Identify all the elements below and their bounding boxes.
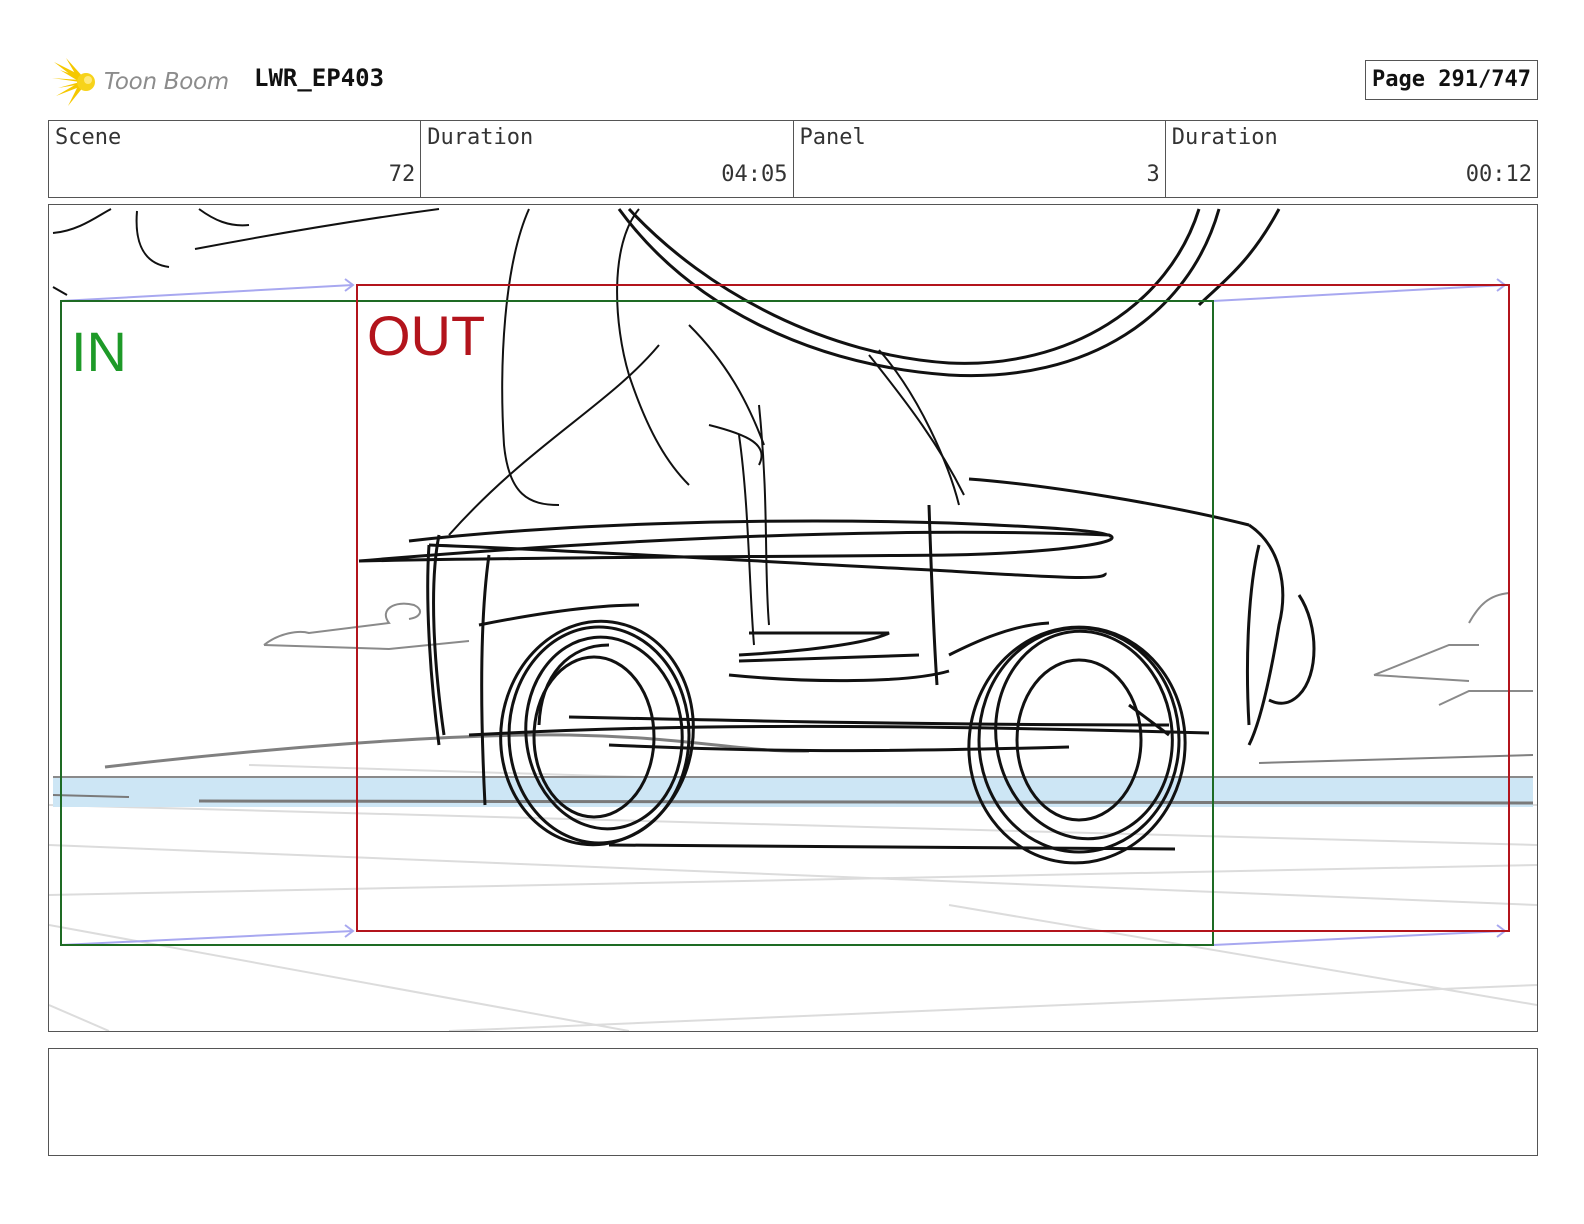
toon-boom-logo: Toon Boom	[52, 56, 242, 108]
panel-cell: Panel 3	[794, 121, 1166, 197]
storyboard-panel: IN OUT	[48, 204, 1538, 1032]
brand-name: Toon Boom	[104, 69, 229, 95]
panel-duration-value: 00:12	[1465, 162, 1532, 187]
panel-label: Panel	[799, 125, 866, 150]
page-header: Toon Boom LWR_EP403 Page 291/747	[48, 52, 1538, 108]
panel-sketch: IN OUT	[49, 207, 1537, 1031]
panel-duration-label: Duration	[1171, 125, 1278, 150]
panel-value: 3	[1146, 162, 1160, 187]
in-label: IN	[71, 320, 127, 383]
scene-value: 72	[388, 162, 416, 187]
project-title: LWR_EP403	[254, 64, 385, 92]
panel-duration-cell: Duration 00:12	[1166, 121, 1537, 197]
scene-duration-label: Duration	[427, 125, 534, 150]
scene-info-table: Scene 72 Duration 04:05 Panel 3 Duration…	[48, 120, 1538, 198]
clouds	[263, 592, 1533, 706]
page-number: Page 291/747	[1365, 60, 1538, 100]
starburst-icon	[52, 58, 95, 106]
scene-duration-value: 04:05	[721, 162, 788, 187]
scene-label: Scene	[55, 125, 122, 150]
out-label: OUT	[367, 304, 485, 367]
scene-cell: Scene 72	[49, 121, 422, 197]
scene-duration-cell: Duration 04:05	[421, 121, 794, 197]
panel-notes-box	[48, 1048, 1538, 1156]
